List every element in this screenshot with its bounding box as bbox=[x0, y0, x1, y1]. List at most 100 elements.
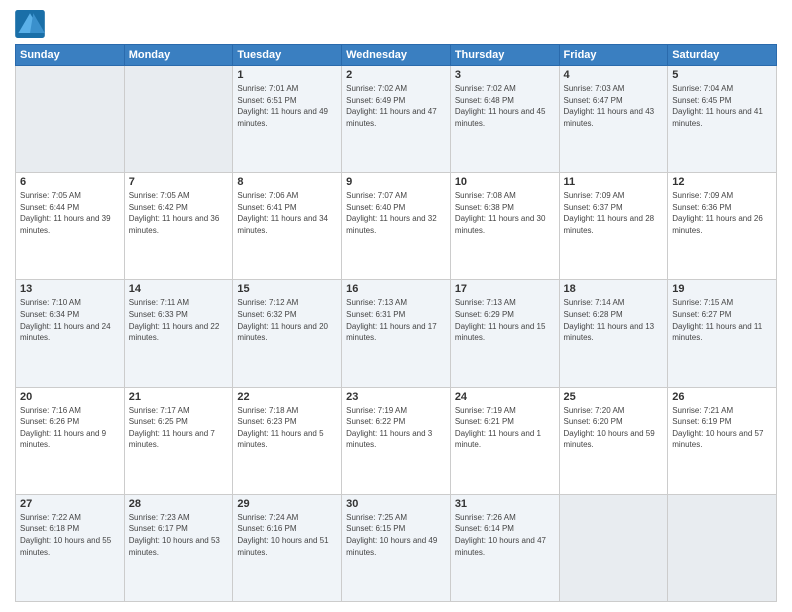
day-number: 26 bbox=[672, 391, 772, 403]
day-header-thursday: Thursday bbox=[450, 45, 559, 66]
calendar-header-row: SundayMondayTuesdayWednesdayThursdayFrid… bbox=[16, 45, 777, 66]
day-detail: Sunrise: 7:05 AM Sunset: 6:42 PM Dayligh… bbox=[129, 190, 229, 236]
day-detail: Sunrise: 7:09 AM Sunset: 6:37 PM Dayligh… bbox=[564, 190, 664, 236]
day-number: 9 bbox=[346, 176, 446, 188]
day-detail: Sunrise: 7:12 AM Sunset: 6:32 PM Dayligh… bbox=[237, 297, 337, 343]
day-detail: Sunrise: 7:15 AM Sunset: 6:27 PM Dayligh… bbox=[672, 297, 772, 343]
day-number: 10 bbox=[455, 176, 555, 188]
day-detail: Sunrise: 7:22 AM Sunset: 6:18 PM Dayligh… bbox=[20, 512, 120, 558]
calendar-cell: 12 Sunrise: 7:09 AM Sunset: 6:36 PM Dayli… bbox=[668, 173, 777, 280]
day-number: 6 bbox=[20, 176, 120, 188]
day-number: 1 bbox=[237, 69, 337, 81]
day-number: 5 bbox=[672, 69, 772, 81]
day-number: 24 bbox=[455, 391, 555, 403]
day-detail: Sunrise: 7:02 AM Sunset: 6:48 PM Dayligh… bbox=[455, 83, 555, 129]
calendar-week-row: 6 Sunrise: 7:05 AM Sunset: 6:44 PM Daylig… bbox=[16, 173, 777, 280]
day-detail: Sunrise: 7:19 AM Sunset: 6:22 PM Dayligh… bbox=[346, 405, 446, 451]
calendar-cell: 17 Sunrise: 7:13 AM Sunset: 6:29 PM Dayli… bbox=[450, 280, 559, 387]
calendar-cell: 14Sunrise: 7:11 AM Sunset: 6:33 PM Dayli… bbox=[124, 280, 233, 387]
calendar-cell: 16Sunrise: 7:13 AM Sunset: 6:31 PM Dayli… bbox=[342, 280, 451, 387]
day-number: 20 bbox=[20, 391, 120, 403]
calendar-cell: 2 Sunrise: 7:02 AM Sunset: 6:49 PM Daylig… bbox=[342, 66, 451, 173]
calendar-cell: 11Sunrise: 7:09 AM Sunset: 6:37 PM Dayli… bbox=[559, 173, 668, 280]
day-number: 21 bbox=[129, 391, 229, 403]
day-number: 23 bbox=[346, 391, 446, 403]
day-number: 12 bbox=[672, 176, 772, 188]
calendar-cell: 31Sunrise: 7:26 AM Sunset: 6:14 PM Dayli… bbox=[450, 494, 559, 601]
day-detail: Sunrise: 7:16 AM Sunset: 6:26 PM Dayligh… bbox=[20, 405, 120, 451]
calendar-cell: 18Sunrise: 7:14 AM Sunset: 6:28 PM Dayli… bbox=[559, 280, 668, 387]
calendar-cell bbox=[16, 66, 125, 173]
day-detail: Sunrise: 7:14 AM Sunset: 6:28 PM Dayligh… bbox=[564, 297, 664, 343]
day-detail: Sunrise: 7:24 AM Sunset: 6:16 PM Dayligh… bbox=[237, 512, 337, 558]
calendar-cell: 5 Sunrise: 7:04 AM Sunset: 6:45 PM Daylig… bbox=[668, 66, 777, 173]
day-number: 2 bbox=[346, 69, 446, 81]
day-detail: Sunrise: 7:26 AM Sunset: 6:14 PM Dayligh… bbox=[455, 512, 555, 558]
day-number: 25 bbox=[564, 391, 664, 403]
day-number: 3 bbox=[455, 69, 555, 81]
calendar-cell: 8 Sunrise: 7:06 AM Sunset: 6:41 PM Daylig… bbox=[233, 173, 342, 280]
calendar-cell: 9 Sunrise: 7:07 AM Sunset: 6:40 PM Daylig… bbox=[342, 173, 451, 280]
day-detail: Sunrise: 7:02 AM Sunset: 6:49 PM Dayligh… bbox=[346, 83, 446, 129]
day-detail: Sunrise: 7:05 AM Sunset: 6:44 PM Dayligh… bbox=[20, 190, 120, 236]
day-detail: Sunrise: 7:10 AM Sunset: 6:34 PM Dayligh… bbox=[20, 297, 120, 343]
day-header-sunday: Sunday bbox=[16, 45, 125, 66]
day-detail: Sunrise: 7:20 AM Sunset: 6:20 PM Dayligh… bbox=[564, 405, 664, 451]
calendar-page: SundayMondayTuesdayWednesdayThursdayFrid… bbox=[0, 0, 792, 612]
calendar-table: SundayMondayTuesdayWednesdayThursdayFrid… bbox=[15, 44, 777, 602]
calendar-cell: 20 Sunrise: 7:16 AM Sunset: 6:26 PM Dayli… bbox=[16, 387, 125, 494]
calendar-cell: 29 Sunrise: 7:24 AM Sunset: 6:16 PM Dayli… bbox=[233, 494, 342, 601]
calendar-cell: 3 Sunrise: 7:02 AM Sunset: 6:48 PM Daylig… bbox=[450, 66, 559, 173]
calendar-week-row: 13 Sunrise: 7:10 AM Sunset: 6:34 PM Dayli… bbox=[16, 280, 777, 387]
day-detail: Sunrise: 7:03 AM Sunset: 6:47 PM Dayligh… bbox=[564, 83, 664, 129]
calendar-cell: 10 Sunrise: 7:08 AM Sunset: 6:38 PM Dayli… bbox=[450, 173, 559, 280]
calendar-cell: 25 Sunrise: 7:20 AM Sunset: 6:20 PM Dayli… bbox=[559, 387, 668, 494]
calendar-cell: 21 Sunrise: 7:17 AM Sunset: 6:25 PM Dayli… bbox=[124, 387, 233, 494]
day-number: 19 bbox=[672, 283, 772, 295]
day-number: 27 bbox=[20, 498, 120, 510]
calendar-cell: 28 Sunrise: 7:23 AM Sunset: 6:17 PM Dayli… bbox=[124, 494, 233, 601]
day-detail: Sunrise: 7:09 AM Sunset: 6:36 PM Dayligh… bbox=[672, 190, 772, 236]
calendar-cell: 23 Sunrise: 7:19 AM Sunset: 6:22 PM Dayli… bbox=[342, 387, 451, 494]
header bbox=[15, 10, 777, 38]
day-number: 22 bbox=[237, 391, 337, 403]
day-header-saturday: Saturday bbox=[668, 45, 777, 66]
day-detail: Sunrise: 7:23 AM Sunset: 6:17 PM Dayligh… bbox=[129, 512, 229, 558]
day-detail: Sunrise: 7:13 AM Sunset: 6:31 PM Dayligh… bbox=[346, 297, 446, 343]
day-detail: Sunrise: 7:11 AM Sunset: 6:33 PM Dayligh… bbox=[129, 297, 229, 343]
calendar-cell: 22 Sunrise: 7:18 AM Sunset: 6:23 PM Dayli… bbox=[233, 387, 342, 494]
day-number: 4 bbox=[564, 69, 664, 81]
day-number: 8 bbox=[237, 176, 337, 188]
day-detail: Sunrise: 7:18 AM Sunset: 6:23 PM Dayligh… bbox=[237, 405, 337, 451]
day-number: 30 bbox=[346, 498, 446, 510]
day-number: 28 bbox=[129, 498, 229, 510]
day-detail: Sunrise: 7:21 AM Sunset: 6:19 PM Dayligh… bbox=[672, 405, 772, 451]
day-detail: Sunrise: 7:06 AM Sunset: 6:41 PM Dayligh… bbox=[237, 190, 337, 236]
day-number: 17 bbox=[455, 283, 555, 295]
day-detail: Sunrise: 7:13 AM Sunset: 6:29 PM Dayligh… bbox=[455, 297, 555, 343]
day-number: 7 bbox=[129, 176, 229, 188]
calendar-cell: 7 Sunrise: 7:05 AM Sunset: 6:42 PM Daylig… bbox=[124, 173, 233, 280]
day-detail: Sunrise: 7:17 AM Sunset: 6:25 PM Dayligh… bbox=[129, 405, 229, 451]
calendar-cell: 24 Sunrise: 7:19 AM Sunset: 6:21 PM Dayli… bbox=[450, 387, 559, 494]
day-detail: Sunrise: 7:19 AM Sunset: 6:21 PM Dayligh… bbox=[455, 405, 555, 451]
day-detail: Sunrise: 7:04 AM Sunset: 6:45 PM Dayligh… bbox=[672, 83, 772, 129]
calendar-cell: 6 Sunrise: 7:05 AM Sunset: 6:44 PM Daylig… bbox=[16, 173, 125, 280]
calendar-cell bbox=[124, 66, 233, 173]
calendar-cell: 15 Sunrise: 7:12 AM Sunset: 6:32 PM Dayli… bbox=[233, 280, 342, 387]
day-header-friday: Friday bbox=[559, 45, 668, 66]
calendar-cell: 13 Sunrise: 7:10 AM Sunset: 6:34 PM Dayli… bbox=[16, 280, 125, 387]
calendar-cell: 26 Sunrise: 7:21 AM Sunset: 6:19 PM Dayli… bbox=[668, 387, 777, 494]
calendar-cell: 4 Sunrise: 7:03 AM Sunset: 6:47 PM Daylig… bbox=[559, 66, 668, 173]
day-detail: Sunrise: 7:07 AM Sunset: 6:40 PM Dayligh… bbox=[346, 190, 446, 236]
calendar-cell bbox=[559, 494, 668, 601]
day-header-wednesday: Wednesday bbox=[342, 45, 451, 66]
day-number: 13 bbox=[20, 283, 120, 295]
day-number: 15 bbox=[237, 283, 337, 295]
day-number: 29 bbox=[237, 498, 337, 510]
calendar-cell: 27 Sunrise: 7:22 AM Sunset: 6:18 PM Dayli… bbox=[16, 494, 125, 601]
calendar-cell: 1Sunrise: 7:01 AM Sunset: 6:51 PM Daylig… bbox=[233, 66, 342, 173]
calendar-cell: 30 Sunrise: 7:25 AM Sunset: 6:15 PM Dayli… bbox=[342, 494, 451, 601]
day-detail: Sunrise: 7:08 AM Sunset: 6:38 PM Dayligh… bbox=[455, 190, 555, 236]
day-detail: Sunrise: 7:25 AM Sunset: 6:15 PM Dayligh… bbox=[346, 512, 446, 558]
